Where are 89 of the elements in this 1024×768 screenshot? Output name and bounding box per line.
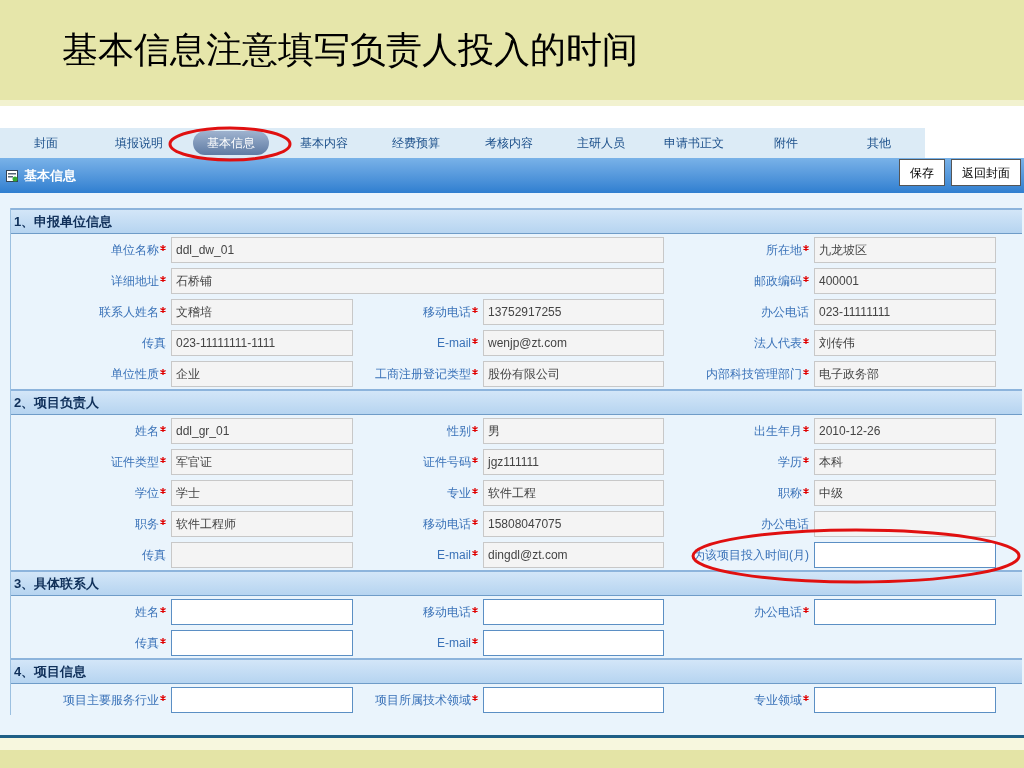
field-label: 传真	[142, 334, 166, 352]
input-field[interactable]: dingdl@zt.com	[483, 541, 664, 568]
section-header: 2、项目负责人	[11, 389, 1022, 415]
input-field[interactable]: jgz111111	[483, 448, 664, 475]
input-field[interactable]	[171, 629, 353, 656]
field-label: 出生年月	[754, 422, 802, 440]
field-label: 法人代表	[754, 334, 802, 352]
input-field[interactable]: 电子政务部	[814, 360, 996, 387]
field-label: 职称	[778, 484, 802, 502]
input-field[interactable]: 本科	[814, 448, 996, 475]
field-label: 项目所属技术领域	[375, 691, 471, 709]
input-field[interactable]: 文稽培	[171, 298, 353, 325]
field-label: E-mail	[437, 634, 471, 652]
input-field[interactable]: 400001	[814, 267, 996, 294]
input-field[interactable]: 13752917255	[483, 298, 664, 325]
field-label: E-mail	[437, 334, 471, 352]
input-field[interactable]: 023-11111111	[814, 298, 996, 325]
tab[interactable]: 申请书正文	[657, 131, 730, 155]
form-icon	[6, 169, 18, 182]
slide-title: 基本信息注意填写负责人投入的时间	[62, 28, 638, 72]
field-label: 所在地	[766, 241, 802, 259]
field-label: 项目主要服务行业	[63, 691, 159, 709]
input-field[interactable]: 九龙坡区	[814, 236, 996, 263]
input-field[interactable]	[814, 541, 996, 568]
field-label: 证件号码	[423, 453, 471, 471]
section-header: 1、申报单位信息	[11, 208, 1022, 234]
input-field[interactable]: 15808047075	[483, 510, 664, 537]
tab[interactable]: 考核内容	[478, 131, 539, 155]
input-field[interactable]: 软件工程	[483, 479, 664, 506]
input-field[interactable]: 男	[483, 417, 664, 444]
input-field[interactable]	[814, 598, 996, 625]
input-field[interactable]: 学士	[171, 479, 353, 506]
field-label: 传真	[142, 546, 166, 564]
input-field[interactable]: 中级	[814, 479, 996, 506]
field-label: 办公电话	[761, 515, 809, 533]
input-field[interactable]: wenjp@zt.com	[483, 329, 664, 356]
field-label: 单位名称	[111, 241, 159, 259]
toolbar-button[interactable]: 保存	[899, 159, 945, 186]
field-label: 办公电话	[754, 603, 802, 621]
tab[interactable]: 附件	[768, 131, 805, 155]
field-label: 单位性质	[111, 365, 159, 383]
field-label: 移动电话	[423, 603, 471, 621]
tab[interactable]: 主研人员	[571, 131, 632, 155]
field-label: 学历	[778, 453, 802, 471]
input-field[interactable]	[814, 686, 996, 713]
tab[interactable]: 其他	[860, 131, 897, 155]
input-field[interactable]	[171, 598, 353, 625]
field-label: 专业	[447, 484, 471, 502]
field-label: 专业领域	[754, 691, 802, 709]
input-field[interactable]: 石桥铺	[171, 267, 664, 294]
tab[interactable]: 填报说明	[108, 131, 169, 155]
input-field[interactable]: 企业	[171, 360, 353, 387]
panel-title: 基本信息	[24, 166, 76, 185]
input-field[interactable]: 023-11111111-1111	[171, 329, 353, 356]
field-label: 证件类型	[111, 453, 159, 471]
field-label: 内部科技管理部门	[706, 365, 802, 383]
toolbar-button[interactable]: 返回封面	[951, 159, 1021, 186]
field-label: 传真	[135, 634, 159, 652]
tab[interactable]: 基本内容	[293, 131, 354, 155]
field-label: 工商注册登记类型	[375, 365, 471, 383]
section-header: 3、具体联系人	[11, 570, 1022, 596]
input-field[interactable]: 股份有限公司	[483, 360, 664, 387]
field-label: 职务	[135, 515, 159, 533]
field-label: 性别	[447, 422, 471, 440]
field-label: 移动电话	[423, 515, 471, 533]
section-header: 4、项目信息	[11, 658, 1022, 684]
field-label: 办公电话	[761, 303, 809, 321]
input-field[interactable]	[483, 629, 664, 656]
tab[interactable]: 经费预算	[386, 131, 447, 155]
field-label: 姓名	[135, 603, 159, 621]
tab[interactable]: 封面	[28, 131, 65, 155]
field-label: 联系人姓名	[99, 303, 159, 321]
field-label: 详细地址	[111, 272, 159, 290]
input-field[interactable]	[171, 686, 353, 713]
input-field[interactable]: ddl_gr_01	[171, 417, 353, 444]
input-field[interactable]	[483, 598, 664, 625]
field-label: 邮政编码	[754, 272, 802, 290]
input-field[interactable]: 2010-12-26	[814, 417, 996, 444]
field-label: 移动电话	[423, 303, 471, 321]
input-field[interactable]	[483, 686, 664, 713]
field-label: 学位	[135, 484, 159, 502]
input-field[interactable]	[814, 510, 996, 537]
input-field[interactable]: ddl_dw_01	[171, 236, 664, 263]
field-label: 姓名	[135, 422, 159, 440]
input-field[interactable]: 软件工程师	[171, 510, 353, 537]
input-field[interactable]	[171, 541, 353, 568]
input-field[interactable]: 军官证	[171, 448, 353, 475]
field-label: E-mail	[437, 546, 471, 564]
input-field[interactable]: 刘传伟	[814, 329, 996, 356]
